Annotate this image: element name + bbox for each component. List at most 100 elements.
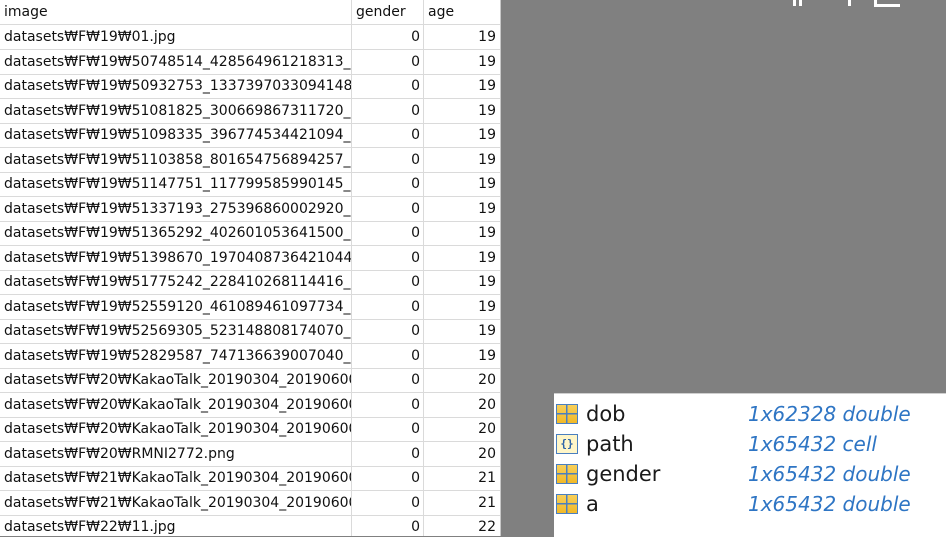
table-row[interactable]: datasets₩F₩19₩51081825_300669867311720_8… [0, 98, 500, 124]
gender-cell[interactable]: 0 [352, 417, 424, 441]
image-cell[interactable]: datasets₩F₩19₩51365292_402601053641500_7… [0, 221, 352, 245]
table-row[interactable]: datasets₩F₩19₩52569305_523148808174070_8… [0, 319, 500, 344]
gender-cell[interactable]: 0 [352, 25, 424, 49]
workspace-variable-row[interactable]: a 1x65432 double [554, 489, 946, 519]
image-cell[interactable]: datasets₩F₩20₩KakaoTalk_20190304_2019060… [0, 368, 352, 392]
image-cell[interactable]: datasets₩F₩19₩51337193_275396860002920_7… [0, 196, 352, 221]
gender-cell[interactable]: 0 [352, 196, 424, 221]
table-row[interactable]: datasets₩F₩19₩51398670_1970408736421044_… [0, 245, 500, 271]
age-cell[interactable]: 22 [424, 515, 500, 536]
age-cell[interactable]: 20 [424, 368, 500, 392]
age-cell[interactable]: 19 [424, 50, 500, 74]
age-cell[interactable]: 19 [424, 172, 500, 196]
spreadsheet: image gender age datasets₩F₩19₩01.jpg 0 … [0, 0, 501, 536]
gender-cell[interactable]: 0 [352, 466, 424, 490]
age-cell[interactable]: 21 [424, 466, 500, 490]
variable-name: path [586, 432, 634, 456]
column-header-image[interactable]: image [0, 0, 352, 24]
table-row[interactable]: datasets₩F₩22₩11.jpg 0 22 [0, 515, 500, 536]
age-cell[interactable]: 19 [424, 25, 500, 49]
gender-cell[interactable]: 0 [352, 441, 424, 466]
gender-cell[interactable]: 0 [352, 147, 424, 172]
variable-name: a [586, 492, 599, 516]
image-cell[interactable]: datasets₩F₩22₩11.jpg [0, 515, 352, 536]
gender-cell[interactable]: 0 [352, 270, 424, 294]
workspace-variable-row[interactable]: {} path 1x65432 cell [554, 429, 946, 459]
table-row[interactable]: datasets₩F₩19₩51775242_228410268114416_7… [0, 270, 500, 295]
table-row[interactable]: datasets₩F₩19₩51098335_396774534421094_3… [0, 123, 500, 148]
gender-cell[interactable]: 0 [352, 49, 424, 74]
age-cell[interactable]: 20 [424, 442, 500, 466]
age-cell[interactable]: 20 [424, 417, 500, 441]
image-cell[interactable]: datasets₩F₩19₩51147751_117799585990145_1… [0, 172, 352, 196]
table-row[interactable]: datasets₩F₩19₩51365292_402601053641500_7… [0, 221, 500, 246]
cell-array-icon: {} [556, 434, 578, 454]
image-cell[interactable]: datasets₩F₩21₩KakaoTalk_20190304_2019060… [0, 490, 352, 515]
gender-cell[interactable]: 0 [352, 221, 424, 245]
image-cell[interactable]: datasets₩F₩20₩KakaoTalk_20190304_2019060… [0, 392, 352, 417]
table-row[interactable]: datasets₩F₩19₩51337193_275396860002920_7… [0, 196, 500, 222]
image-cell[interactable]: datasets₩F₩21₩KakaoTalk_20190304_2019060… [0, 466, 352, 490]
matrix-icon [556, 464, 578, 484]
table-row[interactable]: datasets₩F₩19₩50932753_1337397033094148_… [0, 74, 500, 99]
image-cell[interactable]: datasets₩F₩19₩51081825_300669867311720_8… [0, 98, 352, 123]
age-cell[interactable]: 19 [424, 246, 500, 270]
age-cell[interactable]: 19 [424, 123, 500, 147]
age-cell[interactable]: 19 [424, 270, 500, 294]
gender-cell[interactable]: 0 [352, 319, 424, 343]
gender-cell[interactable]: 0 [352, 392, 424, 417]
gender-cell[interactable]: 0 [352, 490, 424, 515]
image-cell[interactable]: datasets₩F₩19₩52569305_523148808174070_8… [0, 319, 352, 343]
age-cell[interactable]: 19 [424, 74, 500, 98]
table-row[interactable]: datasets₩F₩19₩51147751_117799585990145_1… [0, 172, 500, 197]
workspace-variable-row[interactable]: gender 1x65432 double [554, 459, 946, 489]
table-row[interactable]: datasets₩F₩20₩KakaoTalk_20190304_2019060… [0, 417, 500, 442]
gender-cell[interactable]: 0 [352, 98, 424, 123]
table-row[interactable]: datasets₩F₩20₩KakaoTalk_20190304_2019060… [0, 392, 500, 418]
gender-cell[interactable]: 0 [352, 343, 424, 368]
age-cell[interactable]: 19 [424, 319, 500, 343]
age-cell[interactable]: 19 [424, 148, 500, 172]
image-cell[interactable]: datasets₩F₩20₩KakaoTalk_20190304_2019060… [0, 417, 352, 441]
gender-cell[interactable]: 0 [352, 74, 424, 98]
workspace-variable-row[interactable]: dob 1x62328 double [554, 399, 946, 429]
image-cell[interactable]: datasets₩F₩19₩50748514_428564961218313_1… [0, 49, 352, 74]
age-cell[interactable]: 19 [424, 295, 500, 319]
image-cell[interactable]: datasets₩F₩19₩52559120_461089461097734_4… [0, 294, 352, 319]
table-row[interactable]: datasets₩F₩21₩KakaoTalk_20190304_2019060… [0, 466, 500, 491]
table-row[interactable]: datasets₩F₩19₩50748514_428564961218313_1… [0, 49, 500, 75]
table-row[interactable]: datasets₩F₩19₩52559120_461089461097734_4… [0, 294, 500, 320]
table-row[interactable]: datasets₩F₩19₩51103858_801654756894257_1… [0, 147, 500, 173]
image-cell[interactable]: datasets₩F₩19₩51098335_396774534421094_3… [0, 123, 352, 147]
gender-cell[interactable]: 0 [352, 123, 424, 147]
image-cell[interactable]: datasets₩F₩20₩RMNI2772.png [0, 441, 352, 466]
image-cell[interactable]: datasets₩F₩19₩51103858_801654756894257_1… [0, 147, 352, 172]
corner-icon [874, 4, 900, 7]
image-cell[interactable]: datasets₩F₩19₩50932753_1337397033094148_… [0, 74, 352, 98]
gender-cell[interactable]: 0 [352, 515, 424, 536]
image-cell[interactable]: datasets₩F₩19₩51775242_228410268114416_7… [0, 270, 352, 294]
gender-cell[interactable]: 0 [352, 368, 424, 392]
image-cell[interactable]: datasets₩F₩19₩52829587_747136639007040_6… [0, 343, 352, 368]
column-header-age[interactable]: age [424, 0, 500, 24]
gender-cell[interactable]: 0 [352, 172, 424, 196]
column-header-gender[interactable]: gender [352, 0, 424, 24]
image-cell[interactable]: datasets₩F₩19₩01.jpg [0, 25, 352, 49]
matrix-icon [556, 494, 578, 514]
table-row[interactable]: datasets₩F₩19₩52829587_747136639007040_6… [0, 343, 500, 369]
table-row[interactable]: datasets₩F₩20₩KakaoTalk_20190304_2019060… [0, 368, 500, 393]
vertical-bar-icon [848, 0, 851, 6]
gender-cell[interactable]: 0 [352, 245, 424, 270]
age-cell[interactable]: 19 [424, 221, 500, 245]
age-cell[interactable]: 21 [424, 491, 500, 515]
age-cell[interactable]: 20 [424, 393, 500, 417]
gender-cell[interactable]: 0 [352, 294, 424, 319]
matrix-icon [556, 404, 578, 424]
age-cell[interactable]: 19 [424, 99, 500, 123]
age-cell[interactable]: 19 [424, 197, 500, 221]
age-cell[interactable]: 19 [424, 344, 500, 368]
table-row[interactable]: datasets₩F₩19₩01.jpg 0 19 [0, 25, 500, 50]
image-cell[interactable]: datasets₩F₩19₩51398670_1970408736421044_… [0, 245, 352, 270]
table-row[interactable]: datasets₩F₩21₩KakaoTalk_20190304_2019060… [0, 490, 500, 516]
table-row[interactable]: datasets₩F₩20₩RMNI2772.png 0 20 [0, 441, 500, 467]
